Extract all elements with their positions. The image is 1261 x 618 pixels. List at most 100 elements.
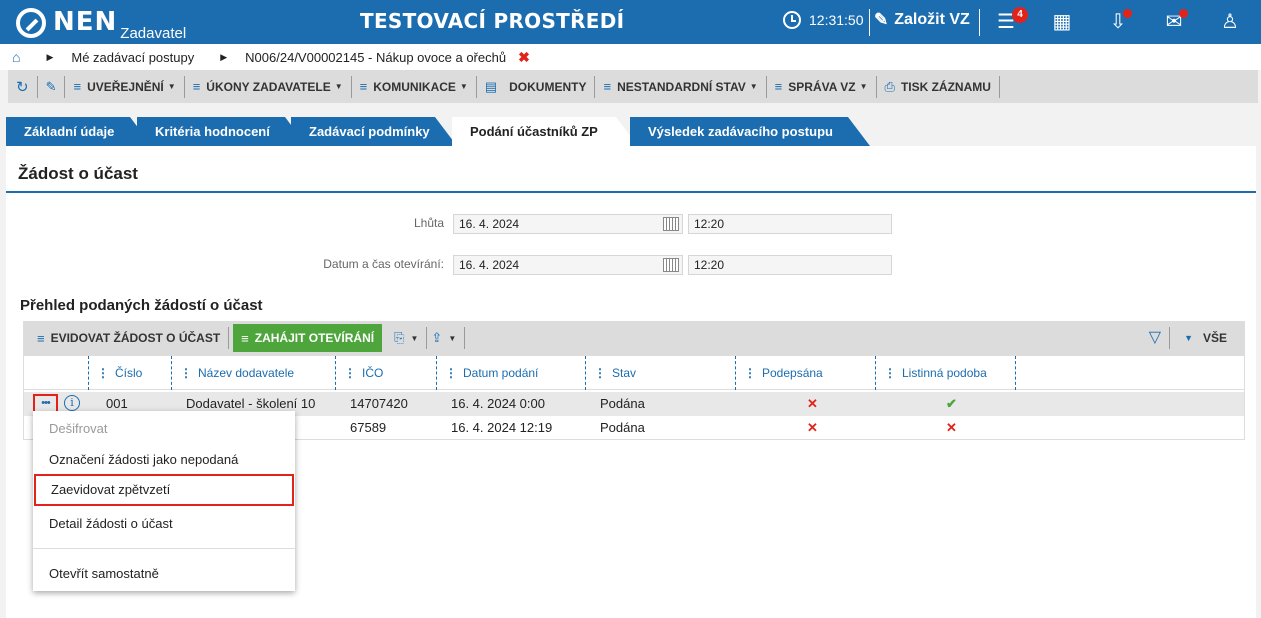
upload-icon: ⇪ bbox=[431, 330, 443, 345]
opening-date-field[interactable]: 16. 4. 2024 bbox=[453, 255, 683, 275]
export-menu-button[interactable]: ⎘ ▼ bbox=[390, 327, 428, 349]
table-header: ⋮ Číslo ⋮ Název dodavatele ⋮ IČO ⋮ Datum pod… bbox=[24, 356, 1244, 390]
list-icon: ≡ bbox=[73, 79, 82, 94]
breadcrumb-current-procedure[interactable]: N006/24/V00002145 - Nákup ovoce a ořechů bbox=[245, 50, 506, 65]
user-icon[interactable]: ♙ bbox=[1218, 10, 1242, 34]
column-label: IČO bbox=[362, 366, 384, 380]
deadline-date-field[interactable]: 16. 4. 2024 bbox=[453, 214, 683, 234]
caret-down-icon: ▼ bbox=[334, 82, 343, 91]
session-clock: 12:31:50 bbox=[783, 11, 864, 29]
column-label: Název dodavatele bbox=[198, 366, 295, 380]
tab-zadavaci-podminky[interactable]: Zadávací podmínky bbox=[291, 117, 457, 146]
notification-badge: 4 bbox=[1012, 7, 1028, 23]
create-vz-button[interactable]: ✎ Založit VZ bbox=[874, 10, 970, 30]
breadcrumb-my-procedures[interactable]: Mé zadávací postupy bbox=[71, 50, 194, 65]
menu-item-application-detail[interactable]: Detail žádosti o účast bbox=[33, 508, 295, 540]
tab-kriteria-hodnoceni[interactable]: Kritéria hodnocení bbox=[137, 117, 307, 146]
info-icon[interactable]: i bbox=[64, 395, 80, 411]
create-vz-label: Založit VZ bbox=[894, 11, 970, 28]
top-header-bar: NEN Zadavatel TESTOVACÍ PROSTŘEDÍ 12:31:… bbox=[0, 0, 1261, 44]
refresh-icon: ↻ bbox=[16, 78, 29, 96]
tab-zakladni-udaje[interactable]: Základní údaje bbox=[6, 117, 152, 146]
deadline-date-value: 16. 4. 2024 bbox=[459, 217, 520, 231]
cell-datum: 16. 4. 2024 0:00 bbox=[451, 396, 545, 411]
toolbar-nestandardni-stav[interactable]: ≡ NESTANDARDNÍ STAV ▼ bbox=[595, 75, 767, 98]
column-label: Listinná podoba bbox=[902, 366, 987, 380]
caret-down-icon: ▼ bbox=[859, 82, 868, 91]
calendar-icon[interactable] bbox=[663, 217, 679, 231]
column-header-podepsana[interactable]: ⋮ Podepsána bbox=[736, 356, 876, 390]
caret-down-icon[interactable]: ▼ bbox=[1184, 333, 1193, 343]
grid-toolbar: ≡ EVIDOVAT ŽÁDOST O ÚČAST ≡ ZAHÁJIT OTEVÍR… bbox=[23, 321, 1245, 355]
logo-icon bbox=[16, 8, 46, 38]
list-icon: ≡ bbox=[774, 79, 783, 94]
register-application-button[interactable]: ≡ EVIDOVAT ŽÁDOST O ÚČAST bbox=[23, 327, 230, 349]
toolbar-uverejneni[interactable]: ≡ UVEŘEJNĚNÍ ▼ bbox=[65, 75, 185, 98]
toolbar-sprava-label: SPRÁVA VZ bbox=[788, 79, 856, 94]
start-opening-button[interactable]: ≡ ZAHÁJIT OTEVÍRÁNÍ bbox=[233, 324, 383, 352]
menu-item-mark-not-submitted[interactable]: Označení žádosti jako nepodaná bbox=[33, 444, 295, 476]
toolbar-ukony[interactable]: ≡ ÚKONY ZADAVATELE ▼ bbox=[185, 75, 352, 98]
column-label: Datum podání bbox=[463, 366, 539, 380]
refresh-button[interactable]: ↻ bbox=[8, 75, 38, 98]
column-header-listinna[interactable]: ⋮ Listinná podoba bbox=[876, 356, 1016, 390]
toolbar-komunikace[interactable]: ≡ KOMUNIKACE ▼ bbox=[352, 75, 477, 98]
cell-ico: 14707420 bbox=[350, 396, 408, 411]
column-header-nazev[interactable]: ⋮ Název dodavatele bbox=[172, 356, 336, 390]
share-menu-button[interactable]: ⇪ ▼ bbox=[427, 327, 466, 349]
column-header-stav[interactable]: ⋮ Stav bbox=[586, 356, 736, 390]
deadline-time-field[interactable]: 12:20 bbox=[688, 214, 892, 234]
environment-title: TESTOVACÍ PROSTŘEDÍ bbox=[360, 9, 625, 33]
tab-podani-ucastniku[interactable]: Podání účastníků ZP bbox=[452, 117, 638, 146]
home-icon[interactable]: ⌂ bbox=[12, 49, 20, 65]
column-header-cislo[interactable]: ⋮ Číslo bbox=[89, 356, 172, 390]
toolbar-dokumenty[interactable]: ▤ DOKUMENTY bbox=[477, 75, 596, 98]
toolbar-komunikace-label: KOMUNIKACE bbox=[373, 79, 456, 94]
filter-all-label[interactable]: VŠE bbox=[1203, 331, 1227, 345]
section-title: Přehled podaných žádostí o účast bbox=[20, 297, 263, 314]
cross-icon: ✕ bbox=[807, 420, 818, 435]
toolbar-dokumenty-label: DOKUMENTY bbox=[509, 79, 587, 94]
filter-icon[interactable]: ▽ bbox=[1141, 327, 1171, 349]
caret-down-icon: ▼ bbox=[749, 82, 758, 91]
list-icon: ≡ bbox=[603, 79, 612, 94]
opening-label: Datum a čas otevírání: bbox=[323, 257, 444, 271]
inbox-unread-dot bbox=[1123, 9, 1132, 18]
row-context-menu: Dešifrovat Označení žádosti jako nepodan… bbox=[33, 411, 295, 591]
page-title: Žádost o účast bbox=[18, 164, 138, 183]
printer-icon: ⎙ bbox=[884, 78, 895, 94]
toolbar-sprava-vz[interactable]: ≡ SPRÁVA VZ ▼ bbox=[767, 75, 877, 98]
calculator-icon[interactable]: ▦ bbox=[1050, 10, 1074, 34]
opening-time-field[interactable]: 12:20 bbox=[688, 255, 892, 275]
menu-item-decrypt[interactable]: Dešifrovat bbox=[33, 413, 295, 445]
logo-text: NEN bbox=[53, 7, 118, 37]
menu-item-register-withdrawal[interactable]: Zaevidovat zpětvzetí bbox=[34, 474, 294, 506]
toolbar-tisk[interactable]: ⎙ TISK ZÁZNAMU bbox=[877, 75, 1000, 98]
tab-vysledek[interactable]: Výsledek zadávacího postupu bbox=[630, 117, 870, 146]
column-header-ico[interactable]: ⋮ IČO bbox=[336, 356, 437, 390]
opening-date-value: 16. 4. 2024 bbox=[459, 258, 520, 272]
edit-button[interactable]: ✎ bbox=[38, 75, 66, 98]
clock-time: 12:31:50 bbox=[809, 12, 864, 28]
caret-down-icon: ▼ bbox=[459, 82, 468, 91]
toolbar-uverejneni-label: UVEŘEJNĚNÍ bbox=[87, 79, 164, 94]
chevron-right-icon: ▶ bbox=[220, 51, 228, 62]
register-application-label: EVIDOVAT ŽÁDOST O ÚČAST bbox=[50, 331, 221, 345]
menu-divider bbox=[33, 548, 295, 549]
calendar-icon[interactable] bbox=[663, 258, 679, 272]
caret-down-icon: ▼ bbox=[448, 333, 457, 343]
check-icon: ✔ bbox=[946, 396, 957, 411]
column-label: Stav bbox=[612, 366, 637, 380]
mail-unread-dot bbox=[1179, 9, 1188, 18]
cell-ico: 67589 bbox=[350, 420, 387, 435]
menu-item-open-separately[interactable]: Otevřít samostatně bbox=[33, 558, 295, 590]
main-toolbar: ↻ ✎ ≡ UVEŘEJNĚNÍ ▼ ≡ ÚKONY ZADAVATELE ▼ ≡ KOM… bbox=[8, 70, 1258, 103]
nen-logo[interactable]: NEN Zadavatel bbox=[16, 5, 187, 42]
logo-subtitle: Zadavatel bbox=[120, 25, 187, 42]
list-icon: ≡ bbox=[192, 79, 201, 94]
start-opening-label: ZAHÁJIT OTEVÍRÁNÍ bbox=[254, 331, 375, 345]
caret-down-icon: ▼ bbox=[167, 82, 176, 91]
column-header-datum[interactable]: ⋮ Datum podání bbox=[437, 356, 586, 390]
clock-icon bbox=[783, 11, 801, 29]
close-icon[interactable]: ✖ bbox=[518, 49, 530, 66]
